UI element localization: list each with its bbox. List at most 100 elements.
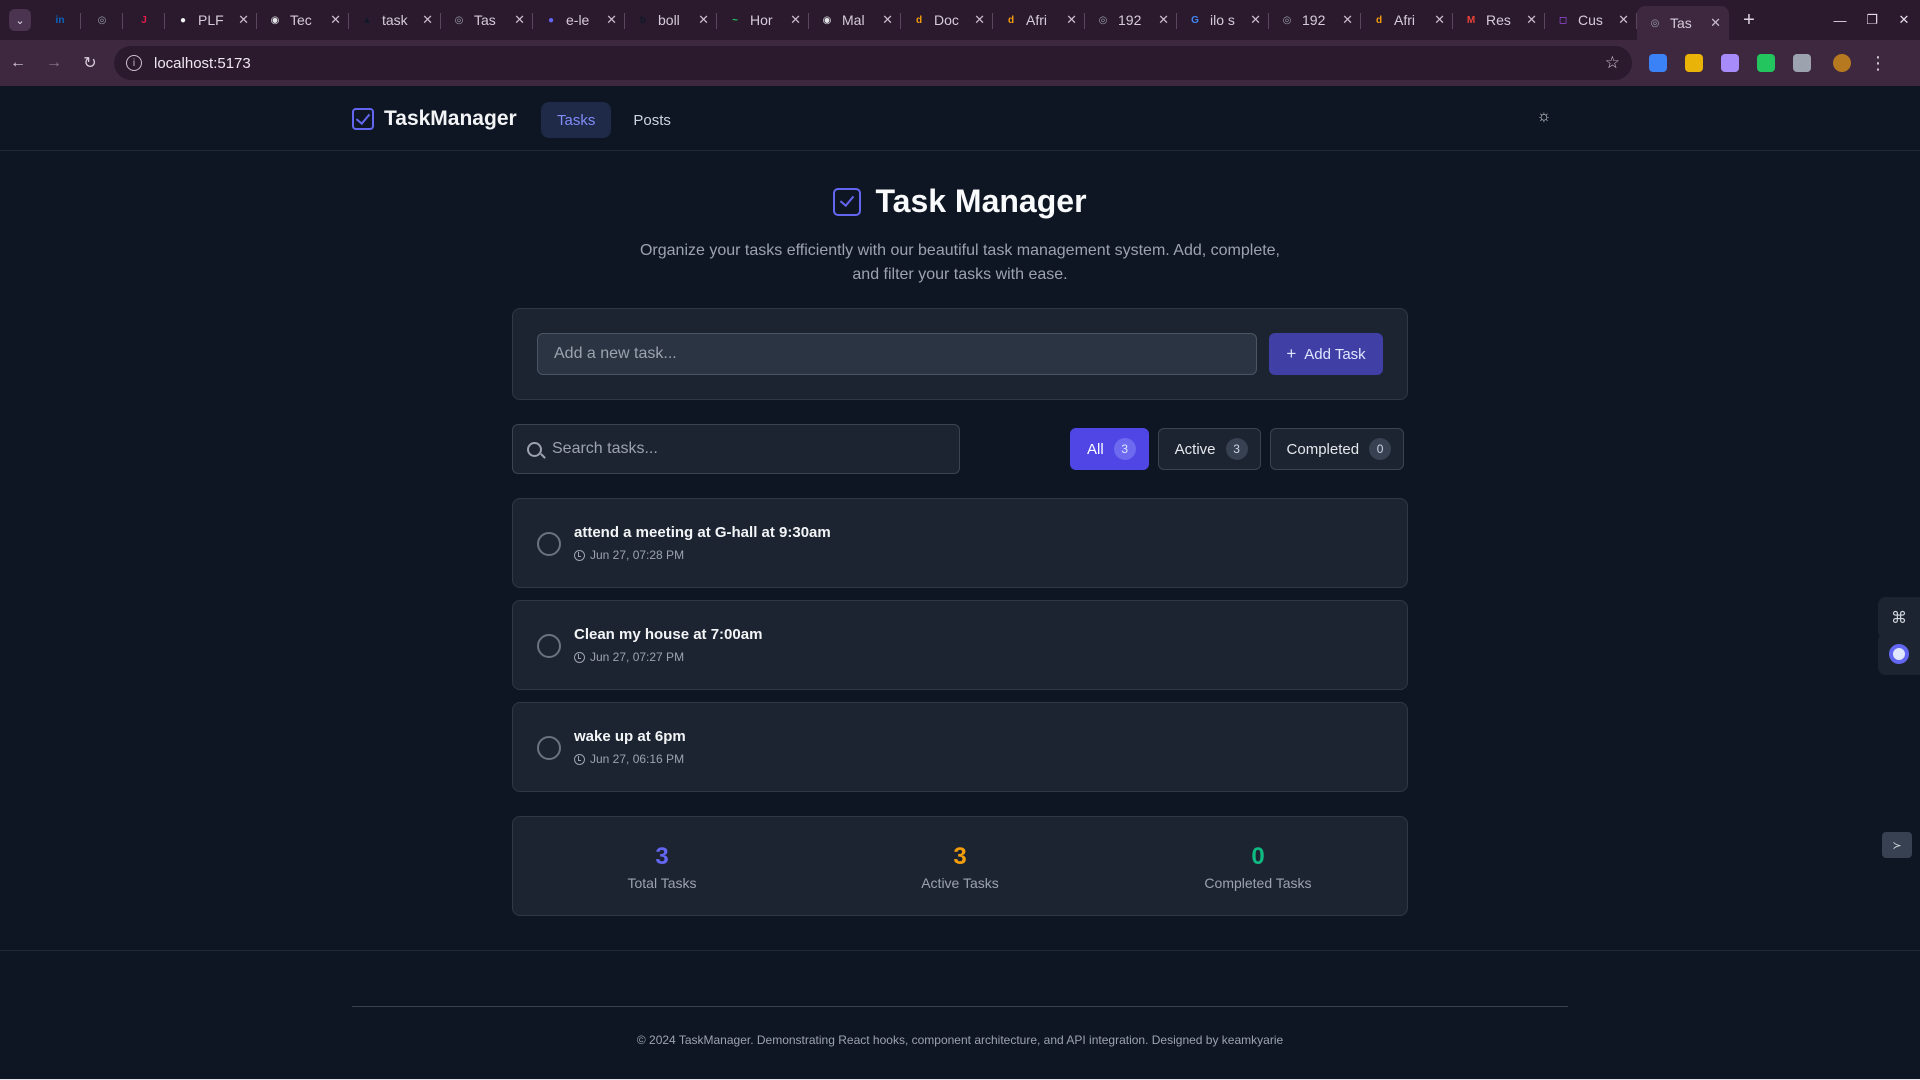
- extension-icon[interactable]: [1784, 45, 1820, 81]
- tab-favicon-icon: d: [1375, 14, 1383, 26]
- nav-link-posts[interactable]: Posts: [617, 102, 687, 138]
- extension-icon[interactable]: [1712, 45, 1748, 81]
- filter-all-button[interactable]: All 3: [1070, 428, 1149, 470]
- complete-task-checkbox[interactable]: [537, 736, 561, 760]
- add-task-button[interactable]: + Add Task: [1269, 333, 1383, 375]
- extension-widget-assistant-icon[interactable]: [1878, 633, 1920, 675]
- browser-tab[interactable]: d Doc ✕: [901, 4, 993, 36]
- url-text[interactable]: localhost:5173: [154, 55, 1593, 72]
- clock-icon: [574, 549, 585, 561]
- close-tab-icon[interactable]: ✕: [1526, 12, 1537, 28]
- browser-tab[interactable]: ◎ Tas ✕: [441, 4, 533, 36]
- close-tab-icon[interactable]: ✕: [790, 12, 801, 28]
- browser-tab[interactable]: J: [123, 4, 165, 36]
- tab-title: ilo s: [1210, 12, 1235, 28]
- browser-tab[interactable]: ● e-le ✕: [533, 4, 625, 36]
- search-box[interactable]: [512, 424, 960, 474]
- extension-icon[interactable]: [1748, 45, 1784, 81]
- browser-tab[interactable]: ◉ Mal ✕: [809, 4, 901, 36]
- browser-tab[interactable]: ▲ task ✕: [349, 4, 441, 36]
- profile-avatar[interactable]: [1824, 45, 1860, 81]
- close-tab-icon[interactable]: ✕: [422, 12, 433, 28]
- browser-tab[interactable]: ◉ Tec ✕: [257, 4, 349, 36]
- close-tab-icon[interactable]: ✕: [882, 12, 893, 28]
- browser-menu-icon[interactable]: ⋮: [1860, 45, 1896, 81]
- close-tab-icon[interactable]: ✕: [1710, 15, 1721, 31]
- extension-widget-chat-icon[interactable]: ≻: [1882, 832, 1912, 858]
- close-tab-icon[interactable]: ✕: [1434, 12, 1445, 28]
- tab-title: Afri: [1026, 12, 1047, 28]
- browser-tab-active[interactable]: ◎ Tas ✕: [1637, 6, 1729, 40]
- site-info-icon[interactable]: i: [126, 55, 142, 71]
- browser-tab[interactable]: ◎ 192 ✕: [1269, 4, 1361, 36]
- close-tab-icon[interactable]: ✕: [1066, 12, 1077, 28]
- back-arrow-icon[interactable]: ←: [0, 45, 36, 81]
- close-tab-icon[interactable]: ✕: [1618, 12, 1629, 28]
- new-tab-button[interactable]: +: [1735, 6, 1763, 34]
- minimize-icon[interactable]: —: [1824, 0, 1856, 40]
- task-date: Jun 27, 07:28 PM: [574, 548, 684, 562]
- tab-title: Hor: [750, 12, 773, 28]
- task-item: Clean my house at 7:00am Jun 27, 07:27 P…: [512, 600, 1408, 690]
- close-tab-icon[interactable]: ✕: [1250, 12, 1261, 28]
- restore-icon[interactable]: ❐: [1856, 0, 1888, 40]
- tab-title: Mal: [842, 12, 865, 28]
- filter-label: All: [1087, 440, 1104, 458]
- browser-tab[interactable]: ~ Hor ✕: [717, 4, 809, 36]
- nav-links: Tasks Posts: [541, 102, 687, 138]
- brand[interactable]: TaskManager: [352, 107, 517, 131]
- browser-tab[interactable]: ● PLF ✕: [165, 4, 257, 36]
- tab-search-button[interactable]: ⌄: [9, 9, 31, 31]
- close-tab-icon[interactable]: ✕: [606, 12, 617, 28]
- tab-favicon-icon: ◉: [822, 14, 832, 26]
- stat-label: Completed Tasks: [1204, 875, 1312, 891]
- browser-tab[interactable]: in: [39, 4, 81, 36]
- close-tab-icon[interactable]: ✕: [514, 12, 525, 28]
- tab-favicon-icon: ◎: [1098, 14, 1108, 26]
- add-task-label: Add Task: [1304, 345, 1366, 363]
- reload-icon[interactable]: ↻: [72, 45, 108, 81]
- tab-title: 192: [1302, 12, 1326, 28]
- nav-link-tasks[interactable]: Tasks: [541, 102, 612, 138]
- sun-icon[interactable]: ☼: [1534, 107, 1554, 127]
- close-window-icon[interactable]: ✕: [1888, 0, 1920, 40]
- extension-icon[interactable]: [1676, 45, 1712, 81]
- close-tab-icon[interactable]: ✕: [1158, 12, 1169, 28]
- stat-value: 0: [1251, 843, 1265, 870]
- close-tab-icon[interactable]: ✕: [330, 12, 341, 28]
- extension-icon[interactable]: [1640, 45, 1676, 81]
- task-date-text: Jun 27, 07:28 PM: [590, 548, 685, 562]
- search-input[interactable]: [552, 440, 945, 458]
- browser-tab[interactable]: ◻ Cus ✕: [1545, 4, 1637, 36]
- close-tab-icon[interactable]: ✕: [698, 12, 709, 28]
- task-date-text: Jun 27, 07:27 PM: [590, 650, 685, 664]
- tab-title: Tas: [1670, 15, 1692, 31]
- task-item: wake up at 6pm Jun 27, 06:16 PM: [512, 702, 1408, 792]
- complete-task-checkbox[interactable]: [537, 634, 561, 658]
- new-task-input[interactable]: [537, 333, 1257, 375]
- address-bar[interactable]: i localhost:5173 ☆: [114, 46, 1632, 80]
- filter-active-button[interactable]: Active 3: [1157, 428, 1261, 470]
- close-tab-icon[interactable]: ✕: [1342, 12, 1353, 28]
- browser-tab[interactable]: M Res ✕: [1453, 4, 1545, 36]
- complete-task-checkbox[interactable]: [537, 532, 561, 556]
- close-tab-icon[interactable]: ✕: [238, 12, 249, 28]
- extensions-area: [1640, 45, 1820, 81]
- browser-tab[interactable]: d Afri ✕: [1361, 4, 1453, 36]
- filter-completed-button[interactable]: Completed 0: [1269, 428, 1405, 470]
- browser-tab[interactable]: ◎ 192 ✕: [1085, 4, 1177, 36]
- browser-tab[interactable]: Gilo s ✕: [1177, 4, 1269, 36]
- forward-arrow-icon[interactable]: →: [36, 45, 72, 81]
- check-square-icon: [833, 187, 862, 216]
- browser-tab[interactable]: b boll ✕: [625, 4, 717, 36]
- hero: Task Manager Organize your tasks efficie…: [0, 183, 1920, 287]
- tab-title: Cus: [1578, 12, 1603, 28]
- task-date-text: Jun 27, 06:16 PM: [590, 752, 685, 766]
- browser-tab[interactable]: d Afri ✕: [993, 4, 1085, 36]
- bookmark-star-icon[interactable]: ☆: [1605, 53, 1620, 73]
- stat-label: Active Tasks: [921, 875, 999, 891]
- stat-label: Total Tasks: [627, 875, 697, 891]
- tab-favicon-icon: ◎: [97, 14, 107, 26]
- close-tab-icon[interactable]: ✕: [974, 12, 985, 28]
- browser-tab[interactable]: ◎: [81, 4, 123, 36]
